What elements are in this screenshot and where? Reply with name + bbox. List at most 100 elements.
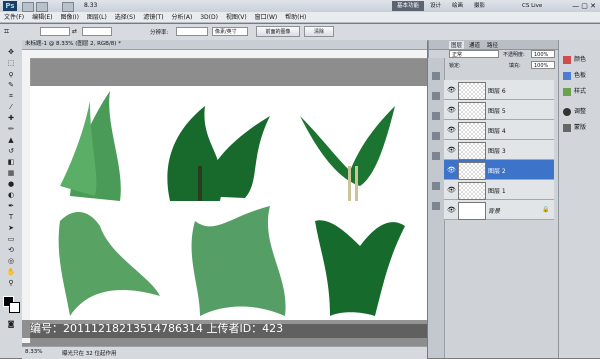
swatches-panel-button[interactable]: 色板: [563, 70, 586, 80]
dodge-tool-icon[interactable]: ◐: [6, 191, 16, 200]
blend-mode-select[interactable]: 正常: [449, 50, 499, 58]
move-tool-icon[interactable]: ✥: [6, 48, 16, 57]
layer-name: 图层 1: [488, 188, 506, 195]
minibridge-icon[interactable]: [36, 2, 48, 12]
eye-icon[interactable]: 👁: [447, 166, 456, 174]
eyedropper-tool-icon[interactable]: ⁄: [6, 103, 16, 112]
workspace-photo-button[interactable]: 摄影: [474, 1, 485, 11]
menu-layer[interactable]: 图层(L): [87, 12, 107, 23]
layer-row-2-selected[interactable]: 👁 图层 2: [444, 160, 554, 180]
menu-edit[interactable]: 编辑(E): [32, 12, 52, 23]
ruler-horizontal[interactable]: [22, 50, 427, 59]
quick-mask-icon[interactable]: ◙: [6, 320, 16, 329]
clear-button[interactable]: 清除: [304, 26, 334, 37]
layer-row-1[interactable]: 👁 图层 1: [444, 180, 554, 200]
height-field[interactable]: [82, 27, 112, 36]
eye-icon[interactable]: 👁: [447, 126, 456, 134]
layer-row-3[interactable]: 👁 图层 3: [444, 140, 554, 160]
shape-tool-icon[interactable]: ▭: [6, 235, 16, 244]
eraser-tool-icon[interactable]: ◧: [6, 158, 16, 167]
quick-select-tool-icon[interactable]: ✎: [6, 81, 16, 90]
layer-thumbnail: [458, 162, 486, 180]
title-bar: Ps 8.33 基本功能 设计 绘画 摄影 CS Live — ▢ ✕: [0, 0, 600, 12]
history-panel-icon[interactable]: [432, 72, 440, 80]
window-controls[interactable]: — ▢ ✕: [560, 1, 596, 11]
menu-window[interactable]: 窗口(W): [255, 12, 278, 23]
document-tab[interactable]: 未标题-1 @ 8.33% (图层 2, RGB/8) *: [22, 40, 427, 50]
masks-icon: [563, 123, 571, 132]
layer-row-6[interactable]: 👁 图层 6: [444, 80, 554, 100]
3d-rotate-tool-icon[interactable]: ⟲: [6, 246, 16, 255]
crop-tool-icon[interactable]: ⌗: [4, 27, 14, 37]
eye-icon[interactable]: 👁: [447, 86, 456, 94]
cs-live-button[interactable]: CS Live: [522, 1, 542, 11]
layer-name: 图层 2: [488, 168, 506, 175]
actions-panel-icon[interactable]: [432, 92, 440, 100]
masks-panel-button[interactable]: 蒙版: [563, 122, 586, 132]
history-brush-tool-icon[interactable]: ↺: [6, 147, 16, 156]
resolution-field[interactable]: [176, 27, 208, 36]
menu-filter[interactable]: 滤镜(T): [143, 12, 163, 23]
eye-icon[interactable]: 👁: [447, 106, 456, 114]
3d-orbit-tool-icon[interactable]: ◎: [6, 257, 16, 266]
lasso-tool-icon[interactable]: ϙ: [6, 70, 16, 79]
workspace-design-button[interactable]: 设计: [430, 1, 441, 11]
eye-icon[interactable]: 👁: [447, 186, 456, 194]
bridge-icon[interactable]: [22, 2, 34, 12]
color-panel-button[interactable]: 颜色: [563, 54, 586, 64]
width-field[interactable]: [40, 27, 70, 36]
layer-row-4[interactable]: 👁 图层 4: [444, 120, 554, 140]
tab-channels[interactable]: 通道: [469, 41, 480, 49]
adjustments-panel-button[interactable]: 调整: [563, 106, 586, 116]
navigator-panel-icon[interactable]: [432, 132, 440, 140]
styles-panel-button[interactable]: 样式: [563, 86, 586, 96]
crop-icon[interactable]: ⌗: [6, 92, 16, 101]
front-image-button[interactable]: 前面的图像: [256, 26, 300, 37]
marquee-tool-icon[interactable]: ⬚: [6, 59, 16, 68]
menu-select[interactable]: 选择(S): [115, 12, 136, 23]
info-panel-icon[interactable]: [432, 112, 440, 120]
eye-icon[interactable]: 👁: [447, 146, 456, 154]
bamboo-6: [315, 220, 405, 316]
layer-row-background[interactable]: 👁 背景 🔒: [444, 200, 554, 220]
workspace-paint-button[interactable]: 绘画: [452, 1, 463, 11]
swap-icon[interactable]: ⇄: [72, 27, 77, 36]
tab-layers[interactable]: 图层: [449, 41, 465, 49]
menu-help[interactable]: 帮助(H): [285, 12, 306, 23]
zoom-level[interactable]: 8.33: [84, 2, 100, 10]
brush-tool-icon[interactable]: ✏: [6, 125, 16, 134]
view-extras-icon[interactable]: [62, 2, 74, 12]
bamboo-3: [300, 106, 395, 201]
pen-tool-icon[interactable]: ✒: [6, 202, 16, 211]
zoom-tool-icon[interactable]: ⚲: [6, 279, 16, 288]
unit-select[interactable]: 像素/英寸: [212, 27, 248, 36]
menu-file[interactable]: 文件(F): [4, 12, 24, 23]
layer-thumbnail: [458, 202, 486, 220]
character-panel-icon[interactable]: [432, 202, 440, 210]
menu-view[interactable]: 视图(V): [226, 12, 247, 23]
layer-thumbnail: [458, 102, 486, 120]
layer-row-5[interactable]: 👁 图层 5: [444, 100, 554, 120]
eye-icon[interactable]: 👁: [447, 206, 456, 214]
menu-image[interactable]: 图像(I): [60, 12, 78, 23]
background-color-swatch[interactable]: [9, 302, 20, 313]
opacity-field[interactable]: 100%: [531, 50, 555, 58]
tab-paths[interactable]: 路径: [487, 41, 498, 49]
healing-tool-icon[interactable]: ✚: [6, 114, 16, 123]
gradient-tool-icon[interactable]: ▦: [6, 169, 16, 178]
resolution-label: 分辨率:: [150, 30, 169, 36]
stamp-tool-icon[interactable]: ▲: [6, 136, 16, 145]
status-zoom[interactable]: 8.33%: [25, 349, 42, 355]
menu-3d[interactable]: 3D(D): [200, 12, 218, 23]
path-select-tool-icon[interactable]: ➤: [6, 224, 16, 233]
text-tool-icon[interactable]: T: [6, 213, 16, 222]
3d-panel-icon[interactable]: [432, 152, 440, 160]
brush-panel-icon[interactable]: [432, 182, 440, 190]
tools-panel: ✥ ⬚ ϙ ✎ ⌗ ⁄ ✚ ✏ ▲ ↺ ◧ ▦ ● ◐ ✒ T ➤ ▭ ⟲ ◎ …: [0, 40, 23, 358]
hand-tool-icon[interactable]: ✋: [6, 268, 16, 277]
canvas[interactable]: [30, 86, 427, 324]
fill-field[interactable]: 100%: [531, 61, 555, 69]
menu-analysis[interactable]: 分析(A): [172, 12, 193, 23]
blur-tool-icon[interactable]: ●: [6, 180, 16, 189]
workspace-essentials-button[interactable]: 基本功能: [392, 1, 424, 11]
